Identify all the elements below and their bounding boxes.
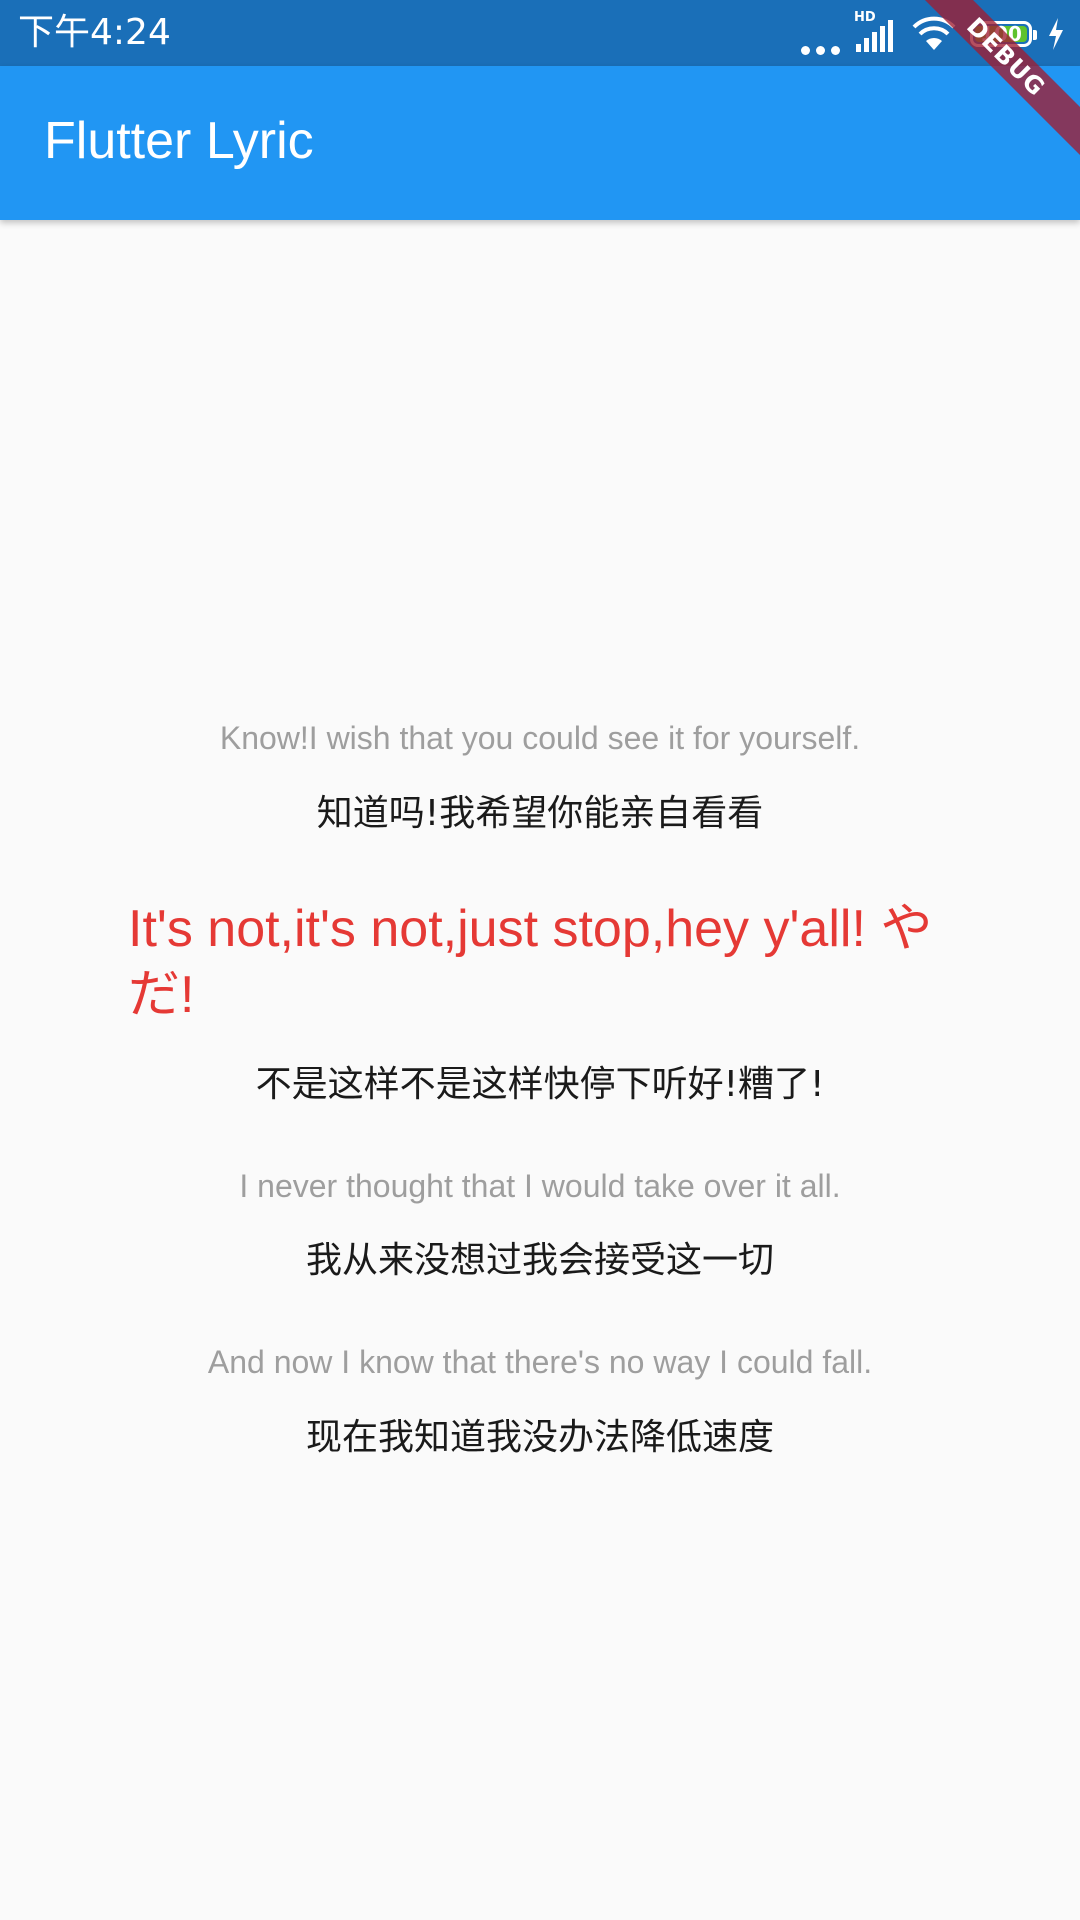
app-title: Flutter Lyric xyxy=(44,112,314,170)
battery-level: 100 xyxy=(980,22,1022,46)
status-icons: HD 100 xyxy=(801,10,1066,56)
lyric-translation: 不是这样不是这样快停下听好!糟了! xyxy=(255,1064,825,1105)
app-bar: Flutter Lyric xyxy=(0,66,1080,220)
lyric-line-secondary: Know!I wish that you could see it for yo… xyxy=(219,720,861,756)
charging-icon xyxy=(1046,16,1066,52)
status-bar: 下午4:24 HD 100 xyxy=(0,0,1080,66)
status-time: 下午4:24 xyxy=(18,12,171,53)
lyric-translation: 现在我知道我没办法降低速度 xyxy=(305,1417,774,1458)
lyric-line-secondary: I never thought that I would take over i… xyxy=(239,1168,841,1204)
wifi-icon xyxy=(912,14,956,54)
lyric-line-current: It's not,it's not,just stop,hey y'all! や… xyxy=(128,900,933,1024)
dots-icon xyxy=(801,13,840,55)
lyric-line-secondary: And now I know that there's no way I cou… xyxy=(207,1344,873,1380)
lyric-translation: 知道吗!我希望你能亲自看看 xyxy=(316,793,764,834)
lyric-translation: 我从来没想过我会接受这一切 xyxy=(305,1240,774,1281)
lyrics-view[interactable]: Know!I wish that you could see it for yo… xyxy=(0,220,1080,1920)
signal-icon: HD xyxy=(854,10,898,54)
battery-icon: 100 xyxy=(970,21,1037,47)
